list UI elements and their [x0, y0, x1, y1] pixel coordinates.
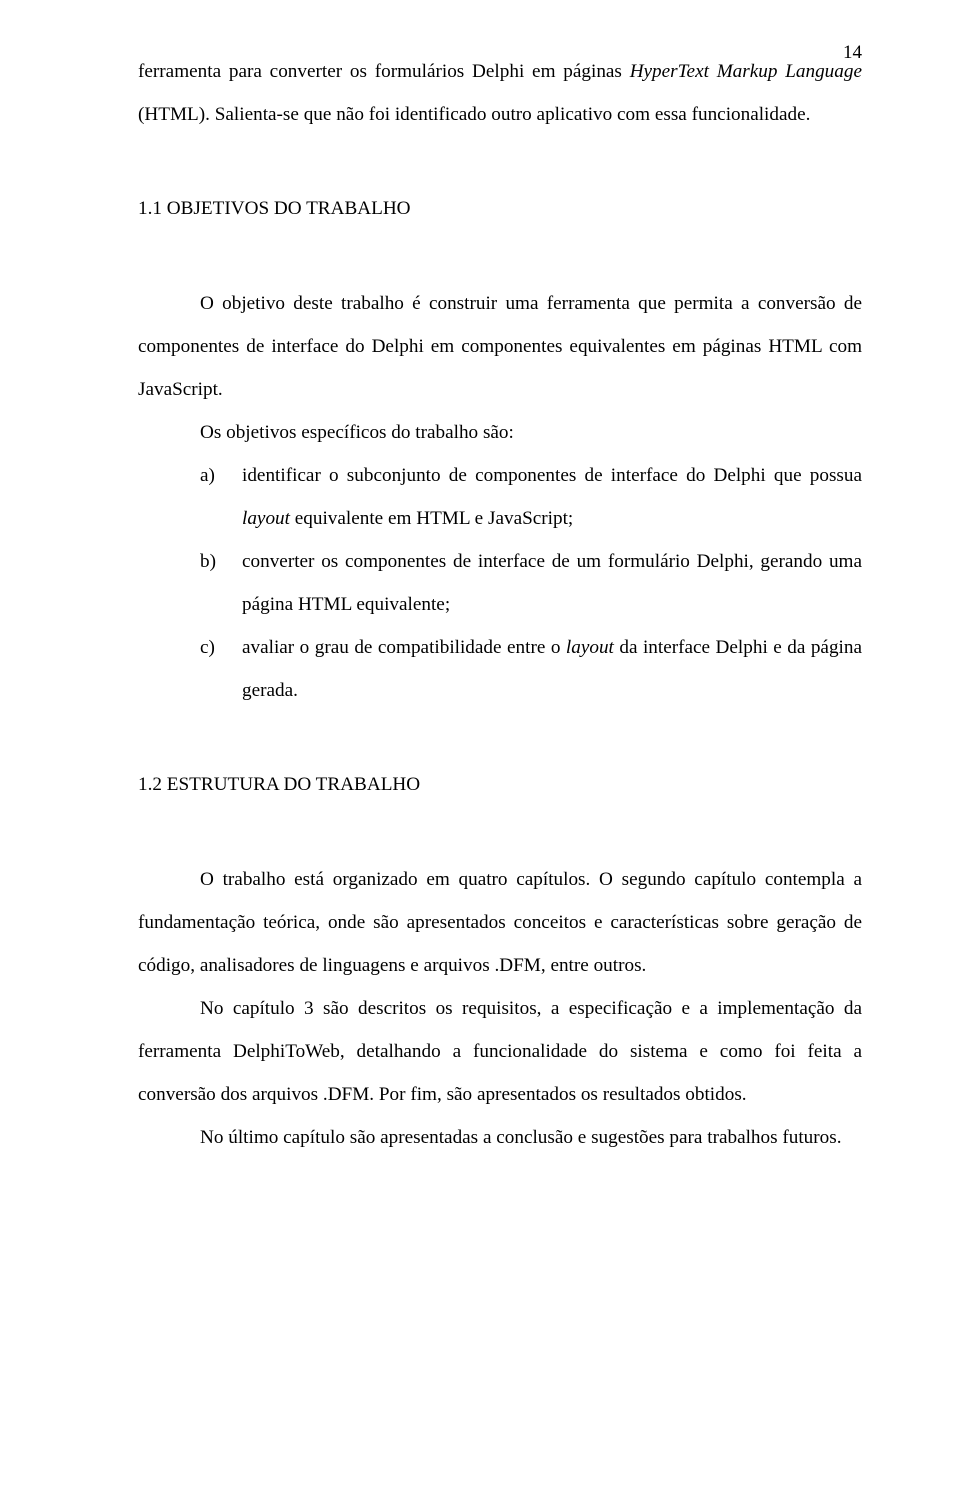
text-run: converter os componentes de interface de…: [242, 551, 862, 615]
text-run: identificar o subconjunto de componentes…: [242, 465, 862, 486]
list-item: a) identificar o subconjunto de componen…: [138, 454, 862, 540]
section-heading-estrutura: 1.2 ESTRUTURA DO TRABALHO: [138, 774, 862, 796]
text-run: (HTML). Salienta-se que não foi identifi…: [138, 104, 810, 125]
paragraph-objetivo-geral: O objetivo deste trabalho é construir um…: [138, 282, 862, 411]
paragraph-estrutura-1: O trabalho está organizado em quatro cap…: [138, 858, 862, 987]
text-italic: HyperText Markup Language: [630, 61, 862, 82]
document-page: 14 ferramenta para converter os formulár…: [0, 0, 960, 1503]
paragraph-estrutura-3: No último capítulo são apresentadas a co…: [138, 1116, 862, 1159]
text-run: avaliar o grau de compatibilidade entre …: [242, 637, 566, 658]
list-marker: b): [200, 540, 216, 583]
list-marker: c): [200, 626, 215, 669]
list-marker: a): [200, 454, 215, 497]
paragraph-intro: ferramenta para converter os formulários…: [138, 50, 862, 136]
text-italic: layout: [566, 637, 614, 658]
text-run: equivalente em HTML e JavaScript;: [290, 508, 573, 529]
paragraph-estrutura-2: No capítulo 3 são descritos os requisito…: [138, 987, 862, 1116]
list-item: b) converter os componentes de interface…: [138, 540, 862, 626]
text-italic: layout: [242, 508, 290, 529]
list-item: c) avaliar o grau de compatibilidade ent…: [138, 626, 862, 712]
paragraph-objetivos-especificos-intro: Os objetivos específicos do trabalho são…: [138, 411, 862, 454]
page-number: 14: [843, 42, 862, 64]
objectives-list: a) identificar o subconjunto de componen…: [138, 454, 862, 712]
text-run: ferramenta para converter os formulários…: [138, 61, 630, 82]
section-heading-objetivos: 1.1 OBJETIVOS DO TRABALHO: [138, 198, 862, 220]
